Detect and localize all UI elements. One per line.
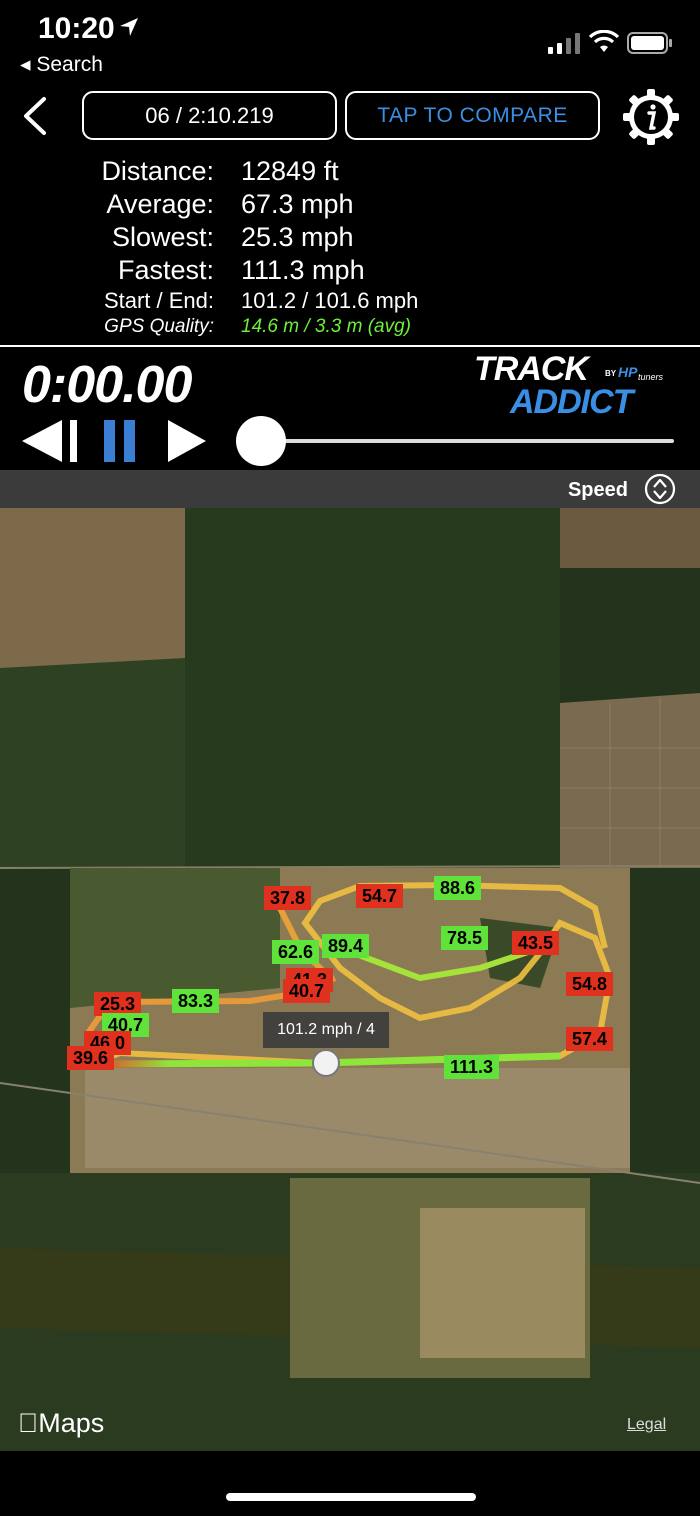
play-icon[interactable] (166, 418, 208, 464)
car-position-marker[interactable] (312, 1049, 340, 1077)
speed-label-slow: 57.4 (566, 1027, 614, 1051)
stat-value: 12849 ft (241, 156, 339, 186)
logo-bottom: ADDICT (509, 383, 637, 416)
clock-time: 10:20 (38, 12, 115, 45)
speed-label-slow: 43.5 (512, 931, 560, 955)
compare-button[interactable]: TAP TO COMPARE (345, 91, 600, 140)
speed-label-slow: 37.8 (264, 886, 312, 910)
speed-label-fast: 111.3 (444, 1055, 500, 1079)
status-bar: 10:20 ◂ Search (0, 0, 700, 84)
stat-label: GPS Quality: (104, 316, 214, 337)
apple-icon:  (18, 1408, 38, 1438)
stat-label: Distance: (101, 156, 214, 186)
position-tooltip: 101.2 mph / 4 (263, 1012, 389, 1048)
legal-link[interactable]: Legal (627, 1416, 666, 1434)
stat-label: Fastest: (117, 255, 214, 285)
speed-label-fast: 83.3 (172, 989, 220, 1013)
speed-label-fast: 78.5 (441, 926, 489, 950)
stat-label: Start / End: (103, 288, 214, 313)
stat-value: 67.3 mph (241, 189, 354, 219)
chevron-left-icon[interactable] (18, 96, 52, 136)
pause-icon[interactable] (102, 418, 138, 464)
speed-label-slow: 54.7 (356, 884, 404, 908)
stat-value: 14.6 m / 3.3 m (avg) (241, 316, 412, 337)
stat-label: Slowest: (111, 222, 214, 252)
lap-select-button[interactable]: 06 / 2:10.219 (82, 91, 337, 140)
location-arrow-icon (120, 18, 138, 36)
stat-value: 111.3 mph (241, 255, 365, 285)
divider (0, 345, 700, 347)
logo-by: BY (605, 369, 617, 378)
satellite-map[interactable]: 37.8 54.7 88.6 62.6 89.4 78.5 43.5 41.3 … (0, 508, 700, 1451)
speed-label-slow: 54.8 (566, 972, 614, 996)
stat-label: Average: (106, 189, 214, 219)
battery-icon (627, 32, 672, 54)
maps-brand-text: Maps (18, 1408, 104, 1438)
stat-value: 25.3 mph (241, 222, 354, 252)
info-gear-icon[interactable] (622, 88, 680, 146)
speed-label-fast: 62.6 (272, 940, 320, 964)
data-mode-bar: Speed (0, 470, 700, 508)
track-addict-logo: TRACK BY HP tuners ADDICT (474, 350, 664, 416)
apple-maps-logo: Maps (18, 1408, 104, 1439)
logo-brand: HP (618, 364, 638, 380)
playback-slider-knob[interactable] (236, 416, 286, 466)
stat-value: 101.2 / 101.6 mph (241, 288, 419, 313)
home-indicator[interactable] (226, 1493, 476, 1501)
up-down-selector-icon[interactable] (644, 473, 676, 505)
cellular-signal-icon (548, 33, 580, 54)
speed-label-fast: 88.6 (434, 876, 482, 900)
data-mode-label[interactable]: Speed (568, 479, 628, 502)
back-to-app-link[interactable]: ◂ Search (20, 52, 103, 77)
wifi-icon (589, 30, 619, 52)
logo-brand-sub: tuners (638, 372, 664, 382)
speed-label-fast: 89.4 (322, 934, 370, 958)
speed-label-slow: 40.7 (283, 979, 331, 1003)
playback-timer: 0:00.00 (22, 356, 192, 414)
playback-slider-track[interactable] (260, 439, 674, 443)
previous-icon[interactable] (20, 418, 82, 464)
speed-label-slow: 39.6 (67, 1046, 115, 1070)
